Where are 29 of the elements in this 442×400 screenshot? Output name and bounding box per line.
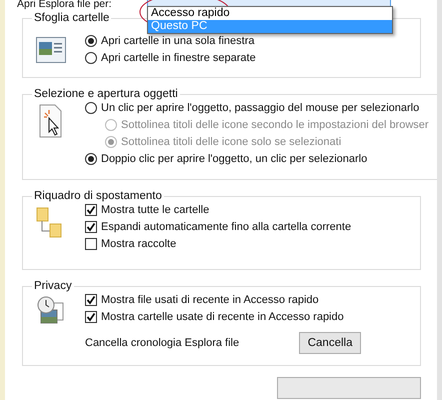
radio-button[interactable] <box>85 153 97 165</box>
window-icon <box>36 37 66 63</box>
document-cursor-icon <box>38 104 64 138</box>
option-label: Espandi automaticamente fino alla cartella corrente <box>101 221 352 233</box>
group-title: Privacy <box>33 280 73 292</box>
option-label: Doppio clic per aprire l'oggetto, un clic per selezionarlo <box>101 153 368 165</box>
radio-button[interactable] <box>85 102 97 114</box>
clear-button[interactable]: Cancella <box>299 332 362 354</box>
radio-button[interactable] <box>85 35 97 47</box>
action-label: Cancella cronologia Esplora file <box>85 337 240 349</box>
group-title: Sfoglia cartelle <box>33 12 110 24</box>
option-label: Mostra file usati di recente in Accesso rapido <box>101 294 319 306</box>
option-label: Apri cartelle in una sola finestra <box>101 35 254 47</box>
option-label: Mostra cartelle usate di recente in Accesso rapido <box>101 311 344 323</box>
checkbox[interactable] <box>85 311 97 323</box>
checkbox[interactable] <box>85 238 97 250</box>
clock-documents-icon <box>36 296 66 326</box>
radio-button[interactable] <box>85 52 97 64</box>
option-label: Sottolinea titoli delle icone solo se selezionati <box>121 136 342 148</box>
option-label: Sottolinea titoli delle icone secondo le impostazioni del browser <box>121 119 429 131</box>
group-title: Selezione e apertura oggetti <box>33 88 179 100</box>
checkbox[interactable] <box>85 204 97 216</box>
group-title: Riquadro di spostamento <box>33 190 163 202</box>
option-label: Apri cartelle in finestre separate <box>101 52 256 64</box>
checkbox[interactable] <box>85 294 97 306</box>
option-label: Un clic per aprire l'oggetto, passaggio del mouse per selezionarlo <box>101 102 420 114</box>
option-label: Mostra tutte le cartelle <box>101 204 210 216</box>
checkbox[interactable] <box>85 221 97 233</box>
option-label: Mostra raccolte <box>101 238 176 250</box>
